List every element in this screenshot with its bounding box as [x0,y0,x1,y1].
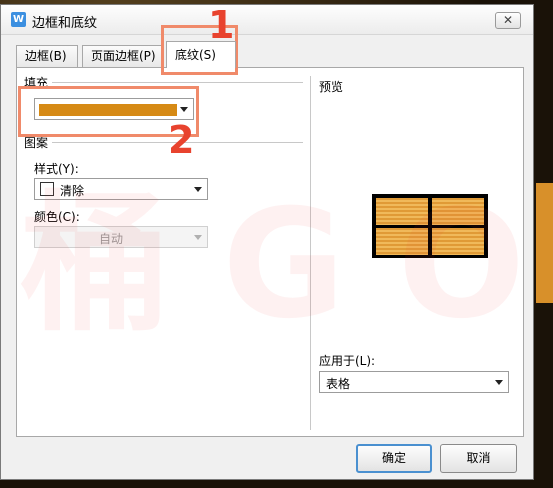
chevron-down-icon [495,380,503,385]
apply-to-value: 表格 [326,377,351,391]
close-icon: ✕ [502,13,514,27]
apply-to-label: 应用于(L): [319,354,376,368]
pattern-style-value: 清除 [60,184,85,198]
fill-group-line [25,82,303,83]
tab-page-border[interactable]: 页面边框(P) [82,45,162,67]
pattern-color-dropdown[interactable]: 自动 [34,226,208,248]
apply-to-dropdown[interactable]: 表格 [319,371,509,393]
dialog-titlebar: W 边框和底纹 ✕ [1,5,533,35]
preview-cell [432,198,484,225]
preview-cell [376,198,428,225]
borders-and-shading-dialog: W 边框和底纹 ✕ 边框(B) 页面边框(P) 底纹(S) 填充 图案 样式(Y… [0,4,534,480]
pattern-color-value: 自动 [99,232,124,246]
background-decoration-right [536,183,553,303]
preview-label: 预览 [319,80,344,94]
shading-preview [372,194,488,258]
pattern-group-line [25,142,303,143]
style-label: 样式(Y): [34,162,79,176]
preview-cell [432,228,484,255]
annotation-number-2: 2 [168,118,195,162]
column-divider [310,76,311,430]
ok-button[interactable]: 确定 [356,444,432,473]
cancel-button[interactable]: 取消 [440,444,517,473]
wps-writer-icon: W [11,12,26,27]
chevron-down-icon [194,235,202,240]
dialog-title: 边框和底纹 [32,16,98,31]
chevron-down-icon [194,187,202,192]
none-pattern-swatch [40,182,54,196]
preview-cell [376,228,428,255]
annotation-number-1: 1 [208,3,235,47]
color-label: 颜色(C): [34,210,80,224]
tab-shading[interactable]: 底纹(S) [166,41,236,68]
pattern-style-dropdown[interactable]: 清除 [34,178,208,200]
tab-borders[interactable]: 边框(B) [16,45,78,67]
close-button[interactable]: ✕ [495,12,521,29]
